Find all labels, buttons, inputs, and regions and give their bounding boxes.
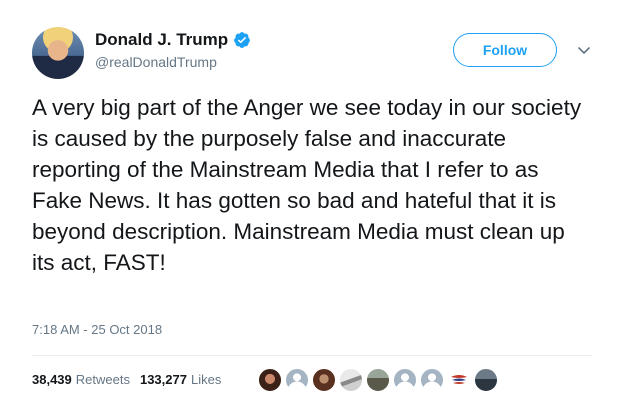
liker-avatar[interactable] [393, 368, 417, 392]
tweet-timestamp[interactable]: 7:18 AM - 25 Oct 2018 [32, 322, 162, 337]
follow-button[interactable]: Follow [453, 33, 557, 67]
avatar[interactable] [32, 27, 84, 79]
retweets-label: Retweets [75, 372, 130, 387]
flag-eagle-icon [451, 375, 467, 384]
user-name-row: Donald J. Trump [95, 30, 251, 50]
liker-avatar[interactable] [312, 368, 336, 392]
liker-avatars [258, 368, 501, 392]
liker-avatar[interactable] [447, 368, 471, 392]
liker-avatar[interactable] [258, 368, 282, 392]
liker-avatar[interactable] [420, 368, 444, 392]
tweet-stats: 38,439 Retweets 133,277 Likes [32, 372, 231, 387]
tweet-card: Donald J. Trump @realDonaldTrump Follow … [0, 0, 626, 403]
tweet-text: A very big part of the Anger we see toda… [32, 95, 582, 275]
display-name[interactable]: Donald J. Trump [95, 30, 228, 50]
likes-label: Likes [190, 372, 222, 387]
retweets-stat[interactable]: 38,439 Retweets [32, 372, 130, 387]
liker-avatar[interactable] [366, 368, 390, 392]
retweets-count: 38,439 [32, 372, 72, 387]
likes-stat[interactable]: 133,277 Likes [140, 372, 221, 387]
liker-avatar[interactable] [339, 368, 363, 392]
liker-avatar[interactable] [285, 368, 309, 392]
verified-badge-icon [234, 32, 251, 48]
chevron-down-icon[interactable] [576, 42, 592, 58]
user-handle[interactable]: @realDonaldTrump [95, 54, 217, 70]
likes-count: 133,277 [139, 372, 187, 387]
liker-avatar[interactable] [474, 368, 498, 392]
divider [32, 355, 592, 356]
